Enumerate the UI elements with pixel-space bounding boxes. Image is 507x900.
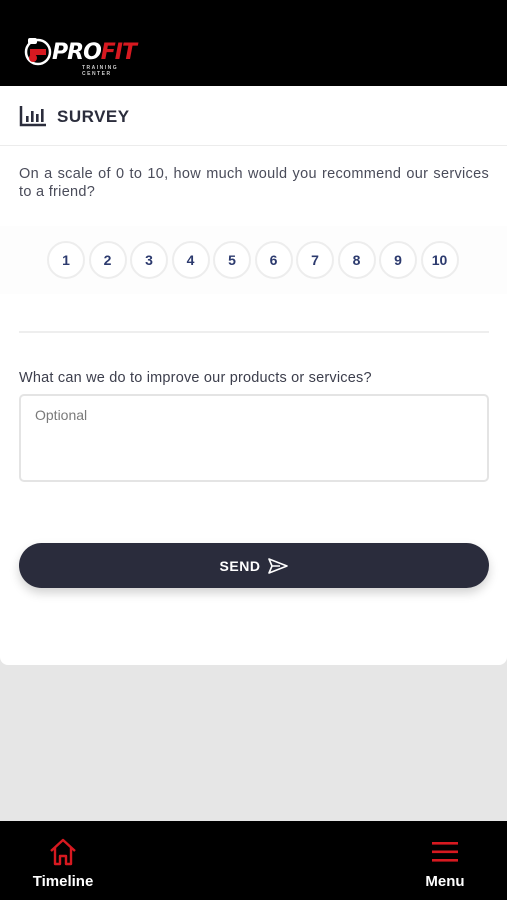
survey-title: SURVEY (57, 107, 130, 126)
send-button[interactable]: SEND (19, 543, 489, 588)
improve-textarea[interactable] (19, 394, 489, 482)
rating-option-1[interactable]: 1 (47, 241, 85, 279)
send-icon (268, 557, 289, 574)
rating-option-9[interactable]: 9 (379, 241, 417, 279)
survey-header: SURVEY (0, 86, 507, 146)
rating-option-4[interactable]: 4 (171, 241, 210, 279)
rating-option-7[interactable]: 7 (296, 241, 334, 279)
bottom-nav: Timeline Menu (0, 821, 507, 900)
rating-option-8[interactable]: 8 (337, 241, 376, 279)
rating-option-3[interactable]: 3 (130, 241, 168, 279)
logo-wordmark: PROFIT (52, 40, 137, 65)
hamburger-menu-icon (432, 842, 458, 862)
rating-option-6[interactable]: 6 (254, 241, 293, 279)
send-label: SEND (219, 557, 261, 574)
survey-card: SURVEY On a scale of 0 to 10, how much w… (0, 86, 507, 665)
recommend-question: On a scale of 0 to 10, how much would yo… (19, 166, 489, 200)
logo-subtitle: TRAINING CENTER (82, 65, 119, 77)
rating-option-5[interactable]: 5 (213, 241, 251, 279)
improve-question: What can we do to improve our products o… (19, 370, 372, 386)
nav-timeline-label: Timeline (32, 873, 94, 890)
nav-menu-label: Menu (425, 873, 465, 890)
profit-logo: PROFIT TRAINING CENTER (24, 34, 144, 77)
rating-scale: 1 2 3 4 5 6 7 8 9 10 (47, 241, 462, 279)
home-icon (50, 838, 76, 866)
top-bar: PROFIT TRAINING CENTER (0, 0, 507, 86)
rating-option-2[interactable]: 2 (88, 241, 127, 279)
divider (19, 331, 489, 333)
nav-timeline[interactable]: Timeline (24, 821, 102, 900)
nav-menu[interactable]: Menu (410, 821, 480, 900)
bar-chart-icon (19, 106, 46, 127)
rating-option-10[interactable]: 10 (420, 241, 459, 279)
